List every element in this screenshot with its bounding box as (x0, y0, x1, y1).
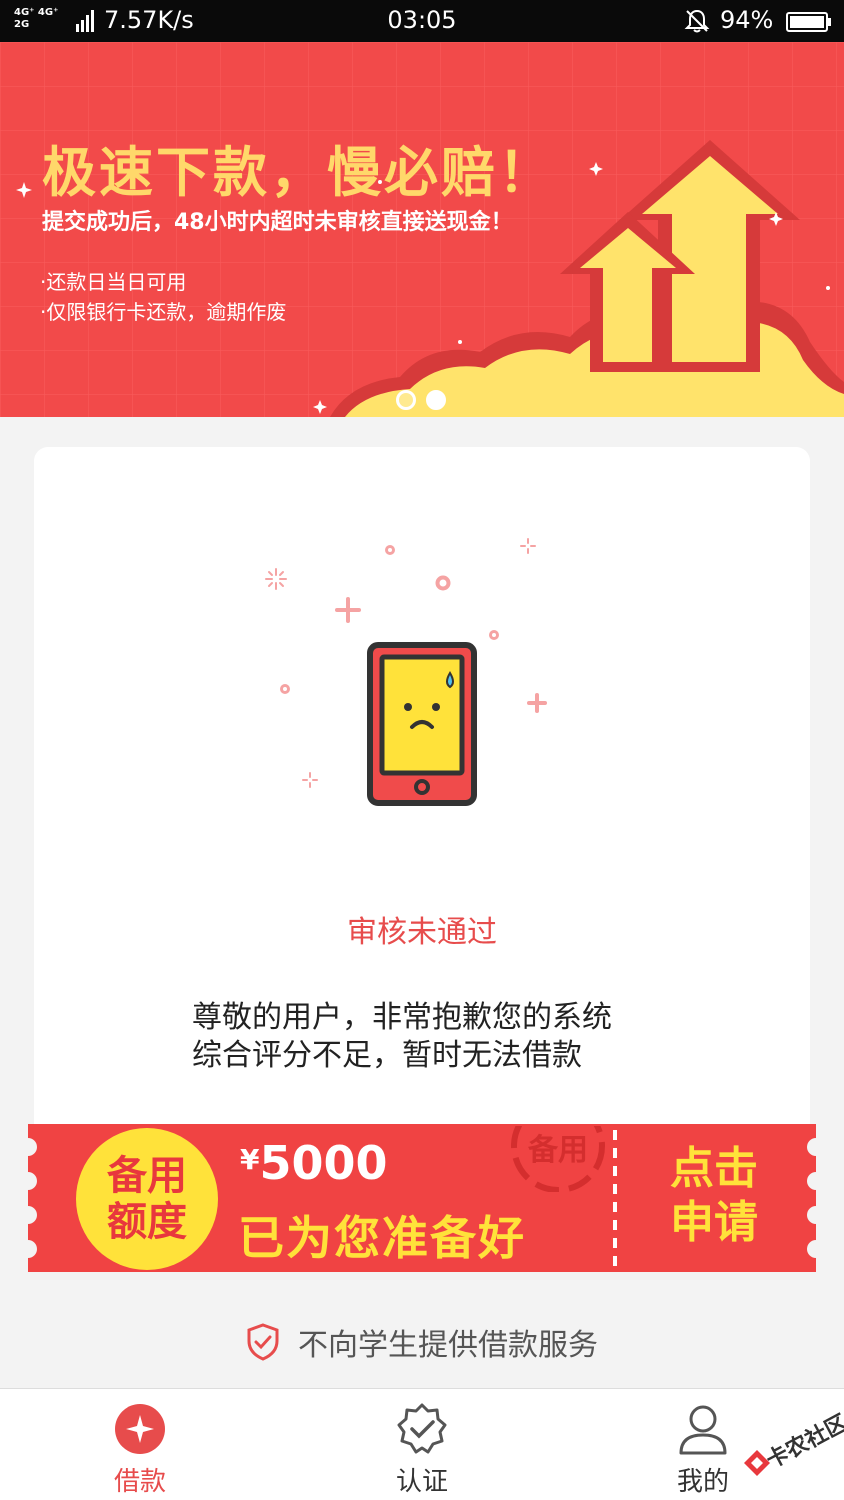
message-line: 综合评分不足，暂时无法借款 (192, 1038, 582, 1073)
tab-verify[interactable]: 认证 (322, 1389, 522, 1500)
battery-percent: 94% (720, 6, 774, 34)
tab-loan[interactable]: 借款 (40, 1389, 240, 1500)
verify-badge-icon (397, 1403, 447, 1454)
apply-label-line: 点击 (670, 1143, 758, 1194)
shield-check-icon (247, 1323, 279, 1361)
battery-icon (786, 12, 831, 32)
status-bar: 4G⁺ 4G⁺ 2G 7.57K/s 03:05 94% (0, 0, 844, 42)
carousel-dot[interactable] (396, 390, 416, 410)
currency-symbol: ¥ (240, 1143, 260, 1176)
sad-phone-illustration (265, 538, 547, 806)
stamp-text: 备用 (528, 1133, 588, 1168)
carousel-dot-active[interactable] (426, 390, 446, 410)
promo-banner[interactable]: 极速下款，慢必赔！ 提交成功后，48小时内超时未审核直接送现金！ ·还款日当日可… (0, 42, 844, 417)
badge-line: 额度 (107, 1199, 187, 1245)
carousel-indicator (396, 390, 446, 410)
amount-value: 5000 (259, 1136, 388, 1190)
badge-line: 备用 (107, 1153, 187, 1199)
credit-amount: ¥5000 (240, 1136, 388, 1190)
clock: 03:05 (387, 6, 457, 34)
apply-now-button[interactable]: 点击 申请 (654, 1142, 774, 1250)
standby-stamp-watermark: 备用 (511, 1126, 605, 1192)
tab-label: 借款 (113, 1467, 166, 1497)
review-result-card: 审核未通过 尊敬的用户，非常抱歉您的系统 综合评分不足，暂时无法借款 (34, 447, 810, 1137)
loan-icon (115, 1404, 165, 1454)
banner-headline: 极速下款，慢必赔！ (42, 141, 555, 204)
bottom-tab-bar: 借款 认证 我的 (0, 1388, 844, 1500)
coupon-dashed-divider (613, 1130, 617, 1266)
community-watermark: 卡农社区 (738, 1406, 844, 1486)
banner-bullet: ·仅限银行卡还款，逾期作废 (40, 300, 287, 324)
student-notice: 不向学生提供借款服务 (0, 1318, 844, 1366)
tab-label: 认证 (395, 1467, 448, 1497)
credit-ready-text: 已为您准备好 (238, 1211, 526, 1265)
review-status-message: 尊敬的用户，非常抱歉您的系统 综合评分不足，暂时无法借款 (192, 999, 662, 1075)
notice-text: 不向学生提供借款服务 (298, 1328, 598, 1363)
apply-label-line: 申请 (670, 1197, 758, 1248)
review-status-title: 审核未通过 (347, 915, 497, 950)
banner-subline: 提交成功后，48小时内超时未审核直接送现金！ (42, 210, 513, 235)
watermark-text: 卡农社区 (762, 1410, 844, 1474)
banner-bullet: ·还款日当日可用 (40, 270, 187, 294)
standby-credit-coupon[interactable]: 备用 备用 额度 ¥5000 已为您准备好 点击 申请 (28, 1124, 816, 1272)
muted-bell-icon (684, 9, 710, 33)
user-icon (679, 1405, 727, 1455)
standby-credit-badge: 备用 额度 (76, 1128, 218, 1270)
message-line: 尊敬的用户，非常抱歉您的系统 (192, 1000, 612, 1035)
